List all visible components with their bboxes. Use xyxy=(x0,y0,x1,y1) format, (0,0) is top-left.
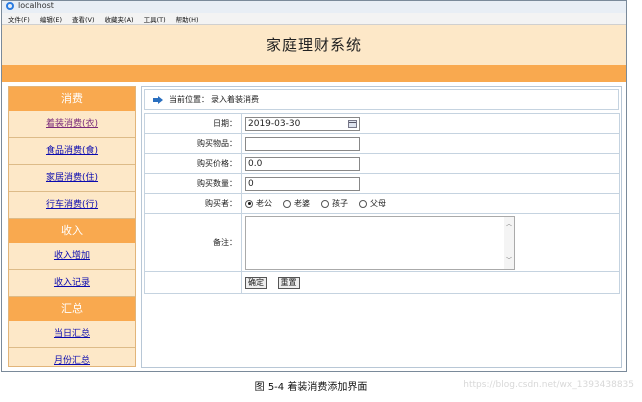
sidebar-item-income-records[interactable]: 收入记录 xyxy=(9,270,135,297)
sidebar-item-daily-summary[interactable]: 当日汇总 xyxy=(9,321,135,348)
breadcrumb-current: 录入着装消费 xyxy=(211,95,259,104)
quantity-input[interactable]: 0 xyxy=(245,176,360,191)
site-header: 家庭理财系统 xyxy=(2,25,626,65)
sidebar-section-income: 收入 xyxy=(9,219,135,243)
sidebar-item-transport[interactable]: 行车消费(行) xyxy=(9,192,135,219)
watermark: https://blog.csdn.net/wx_1393438835 xyxy=(463,380,634,390)
date-label: 日期： xyxy=(144,113,242,134)
buyer-label: 购买者： xyxy=(144,193,242,214)
sidebar-item-monthly-summary[interactable]: 月份汇总 xyxy=(9,348,135,366)
breadcrumb: 当前位置： 录入着装消费 xyxy=(144,89,619,110)
sidebar: 消费 着装消费(衣) 食品消费(食) 家居消费(住) 行车消费(行) 收入 收入… xyxy=(8,86,136,367)
buyer-radio-parents[interactable]: 父母 xyxy=(359,198,386,209)
buyer-radio-husband[interactable]: 老公 xyxy=(245,198,272,209)
buyer-radio-group: 老公 老婆 孩子 父母 xyxy=(245,198,619,209)
radio-icon xyxy=(359,199,367,208)
date-input[interactable]: 2019-03-30 xyxy=(245,116,360,131)
site-title: 家庭理财系统 xyxy=(265,36,362,54)
textarea-scrollbar[interactable]: ︿ ﹀ xyxy=(504,217,514,269)
sidebar-section-summary: 汇总 xyxy=(9,297,135,321)
radio-icon xyxy=(321,199,329,208)
sidebar-section-consumption: 消费 xyxy=(9,87,135,111)
buyer-radio-wife[interactable]: 老婆 xyxy=(283,198,310,209)
quantity-label: 购买数量： xyxy=(144,173,242,194)
sidebar-item-food[interactable]: 食品消费(食) xyxy=(9,138,135,165)
breadcrumb-label: 当前位置： xyxy=(169,95,209,104)
header-stripe xyxy=(2,65,626,82)
menu-help[interactable]: 帮助(H) xyxy=(176,14,199,24)
clothing-expense-form: 日期： 2019-03-30 购买物品： 购买价格： 0.0 购买数量： 0 购… xyxy=(144,113,620,294)
reset-button[interactable]: 重置 xyxy=(277,276,300,289)
scroll-down-icon[interactable]: ﹀ xyxy=(506,258,512,264)
note-label: 备注： xyxy=(144,213,242,272)
browser-tab-bar: localhost xyxy=(2,1,626,13)
menu-tools[interactable]: 工具(T) xyxy=(144,14,166,24)
note-textarea[interactable]: ︿ ﹀ xyxy=(245,216,515,270)
radio-icon xyxy=(283,199,291,208)
menu-bar: 文件(F) 编辑(E) 查看(V) 收藏夹(A) 工具(T) 帮助(H) xyxy=(2,13,626,25)
menu-edit[interactable]: 编辑(E) xyxy=(40,14,62,24)
browser-window: localhost 文件(F) 编辑(E) 查看(V) 收藏夹(A) 工具(T)… xyxy=(1,0,627,372)
menu-favorites[interactable]: 收藏夹(A) xyxy=(105,14,134,24)
main-panel: 当前位置： 录入着装消费 日期： 2019-03-30 购买物品： 购买价格： … xyxy=(141,86,622,368)
ie-icon xyxy=(6,2,14,10)
tab-title[interactable]: localhost xyxy=(18,1,54,11)
calendar-icon[interactable] xyxy=(348,119,357,128)
item-label: 购买物品： xyxy=(144,133,242,154)
sidebar-item-clothing[interactable]: 着装消费(衣) xyxy=(9,111,135,138)
confirm-button[interactable]: 确定 xyxy=(245,276,267,289)
item-input[interactable] xyxy=(245,136,360,151)
radio-checked-icon xyxy=(245,199,253,208)
sidebar-item-housing[interactable]: 家居消费(住) xyxy=(9,165,135,192)
price-label: 购买价格： xyxy=(144,153,242,174)
price-input[interactable]: 0.0 xyxy=(245,156,360,171)
buyer-radio-child[interactable]: 孩子 xyxy=(321,198,348,209)
menu-view[interactable]: 查看(V) xyxy=(72,14,95,24)
page-body: 消费 着装消费(衣) 食品消费(食) 家居消费(住) 行车消费(行) 收入 收入… xyxy=(2,86,626,371)
menu-file[interactable]: 文件(F) xyxy=(8,14,30,24)
arrow-right-icon xyxy=(153,95,163,104)
sidebar-item-income-add[interactable]: 收入增加 xyxy=(9,243,135,270)
scroll-up-icon[interactable]: ︿ xyxy=(506,222,512,228)
